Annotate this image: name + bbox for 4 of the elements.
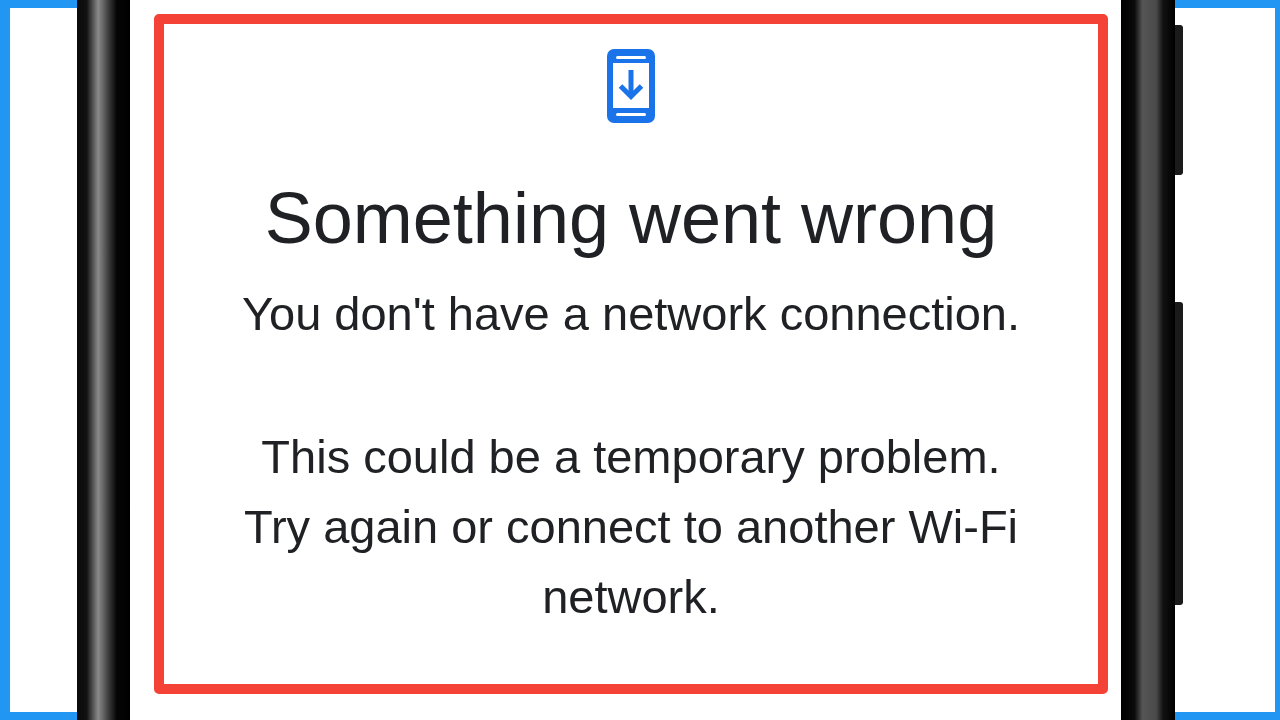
- error-title: Something went wrong: [264, 177, 998, 260]
- phone-download-icon: [607, 49, 655, 123]
- error-detail: This could be a temporary problem. Try again or connect to another Wi-Fi network.: [242, 429, 1020, 625]
- error-message: You don't have a network connection.: [241, 286, 1021, 342]
